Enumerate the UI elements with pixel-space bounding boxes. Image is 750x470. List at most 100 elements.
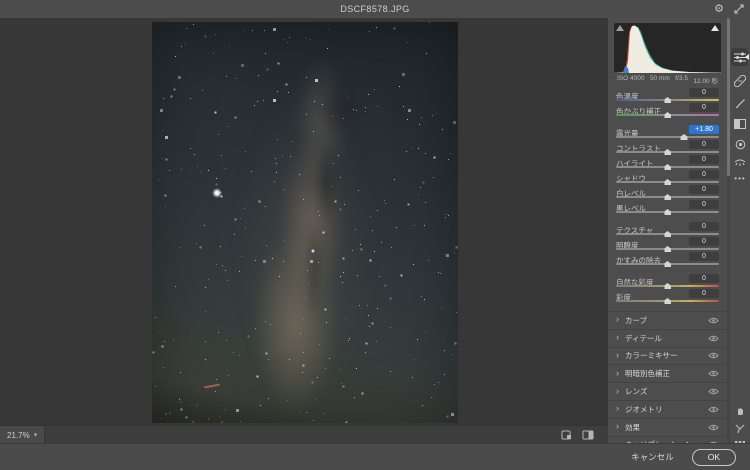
panel-section[interactable]: › 効果 (608, 419, 727, 437)
section-label: ディテール (625, 333, 662, 344)
section-label: 効果 (625, 422, 640, 433)
slider-track[interactable] (616, 263, 719, 265)
slider-row: 露光量 +1.80 (616, 125, 719, 140)
slider-value[interactable]: 0 (689, 237, 719, 246)
slider-track[interactable] (616, 166, 719, 168)
panel-section[interactable]: › 明暗別色補正 (608, 365, 727, 383)
vignette (152, 22, 458, 423)
section-label: カラーミキサー (625, 350, 678, 361)
slider-row: 明瞭度 0 (616, 237, 719, 252)
slider-track[interactable] (616, 99, 719, 101)
slider-value[interactable]: 0 (689, 222, 719, 231)
chevron-down-icon: ▾ (34, 431, 38, 439)
dialog-footer: キャンセル OK (0, 443, 750, 470)
slider-thumb[interactable] (664, 209, 671, 215)
chevron-right-icon: › (616, 315, 619, 324)
slider-row: 色かぶり補正 0 (616, 103, 719, 118)
slider-value[interactable]: 0 (689, 252, 719, 261)
panel-section[interactable]: › カラーミキサー (608, 348, 727, 366)
chevron-right-icon: › (616, 351, 619, 360)
histogram-curve (614, 23, 721, 73)
chevron-right-icon: › (616, 422, 619, 431)
healing-brush-icon[interactable] (730, 72, 750, 90)
slider-value[interactable]: 0 (689, 185, 719, 194)
section-label: レンズ (625, 386, 647, 397)
section-label: 明暗別色補正 (625, 368, 670, 379)
basic-sliders: 色温度 0 色かぶり補正 0 露光量 +1.80 コントラスト 0 ハイライト … (608, 86, 727, 304)
before-after-view-icon[interactable] (582, 430, 594, 440)
cancel-button[interactable]: キャンセル (631, 451, 674, 463)
slider-track[interactable] (616, 285, 719, 287)
masking-brush-icon[interactable] (730, 94, 750, 112)
iso-value: ISO 4000 (617, 75, 644, 85)
slider-value[interactable]: 0 (689, 88, 719, 97)
settings-gear-icon[interactable]: ⚙ (714, 4, 724, 15)
chevron-right-icon: › (616, 369, 619, 378)
slider-row: コントラスト 0 (616, 140, 719, 155)
zoom-level-value: 21.7% (7, 431, 30, 440)
slider-row: テクスチャ 0 (616, 222, 719, 237)
slider-thumb[interactable] (664, 261, 671, 267)
photo-preview-milky-way[interactable] (152, 22, 458, 423)
fullscreen-expand-icon[interactable] (734, 4, 744, 14)
section-list: › カーブ › ディテール › カラーミキサー › (608, 311, 727, 443)
visibility-eye-icon[interactable] (708, 352, 719, 359)
slider-value[interactable]: 0 (689, 274, 719, 283)
panel-section[interactable]: › ディテール (608, 330, 727, 348)
slider-value[interactable]: 0 (689, 170, 719, 179)
slider-row: シャドウ 0 (616, 170, 719, 185)
zoom-level-dropdown[interactable]: 21.7% ▾ (0, 426, 45, 444)
histogram[interactable] (614, 23, 721, 73)
status-bar: 21.7% ▾ (0, 425, 608, 444)
panel-section[interactable]: › ジオメトリ (608, 401, 727, 419)
hand-tool-icon[interactable] (730, 402, 750, 420)
section-label: ジオメトリ (625, 404, 663, 415)
slider-value[interactable]: 0 (689, 155, 719, 164)
slider-row: 彩度 0 (616, 289, 719, 304)
preview-state-icon[interactable] (561, 430, 572, 440)
slider-row: かすみの除去 0 (616, 252, 719, 267)
slider-track[interactable] (616, 233, 719, 235)
slider-track[interactable] (616, 114, 719, 116)
more-tools-icon[interactable]: ••• (730, 169, 750, 187)
slider-value[interactable]: 0 (689, 103, 719, 112)
slider-track[interactable] (616, 136, 719, 138)
zoom-tool-icon[interactable] (730, 420, 750, 438)
slider-value[interactable]: +1.80 (689, 125, 719, 134)
panel-section[interactable]: › レンズ (608, 383, 727, 401)
slider-track[interactable] (616, 248, 719, 250)
slider-track[interactable] (616, 196, 719, 198)
panel-section[interactable]: › カーブ (608, 312, 727, 330)
visibility-eye-icon[interactable] (708, 406, 719, 413)
section-label: カーブ (625, 315, 647, 326)
slider-row: 色温度 0 (616, 88, 719, 103)
visibility-eye-icon[interactable] (708, 317, 719, 324)
visibility-eye-icon[interactable] (708, 388, 719, 395)
slider-track[interactable] (616, 181, 719, 183)
slider-thumb[interactable] (664, 298, 671, 304)
slider-value[interactable]: 0 (689, 289, 719, 298)
visibility-eye-icon[interactable] (708, 335, 719, 342)
slider-value[interactable]: 0 (689, 140, 719, 149)
slider-thumb[interactable] (664, 112, 671, 118)
slider-track[interactable] (616, 300, 719, 302)
title-bar: DSCF8578.JPG ⚙ (0, 0, 750, 19)
chevron-right-icon: › (616, 333, 619, 342)
ok-button[interactable]: OK (692, 449, 736, 466)
red-eye-icon[interactable] (730, 135, 750, 153)
slider-value[interactable]: 0 (689, 200, 719, 209)
slider-track[interactable] (616, 211, 719, 213)
document-filename: DSCF8578.JPG (340, 4, 409, 14)
edit-panel: ISO 4000 50 mm f/3.5 12.00 秒 色温度 0 色かぶり補… (608, 18, 727, 443)
shutter-speed-value: 12.00 秒 (693, 75, 718, 85)
visibility-eye-icon[interactable] (708, 424, 719, 431)
visibility-eye-icon[interactable] (708, 370, 719, 377)
slider-track[interactable] (616, 151, 719, 153)
chevron-right-icon: › (616, 404, 619, 413)
slider-row: 白レベル 0 (616, 185, 719, 200)
image-canvas[interactable] (0, 18, 608, 425)
gradient-filter-icon[interactable] (730, 115, 750, 133)
edit-sliders-icon[interactable] (731, 48, 748, 66)
slider-row: 自然な彩度 0 (616, 274, 719, 289)
chevron-right-icon: › (616, 387, 619, 396)
